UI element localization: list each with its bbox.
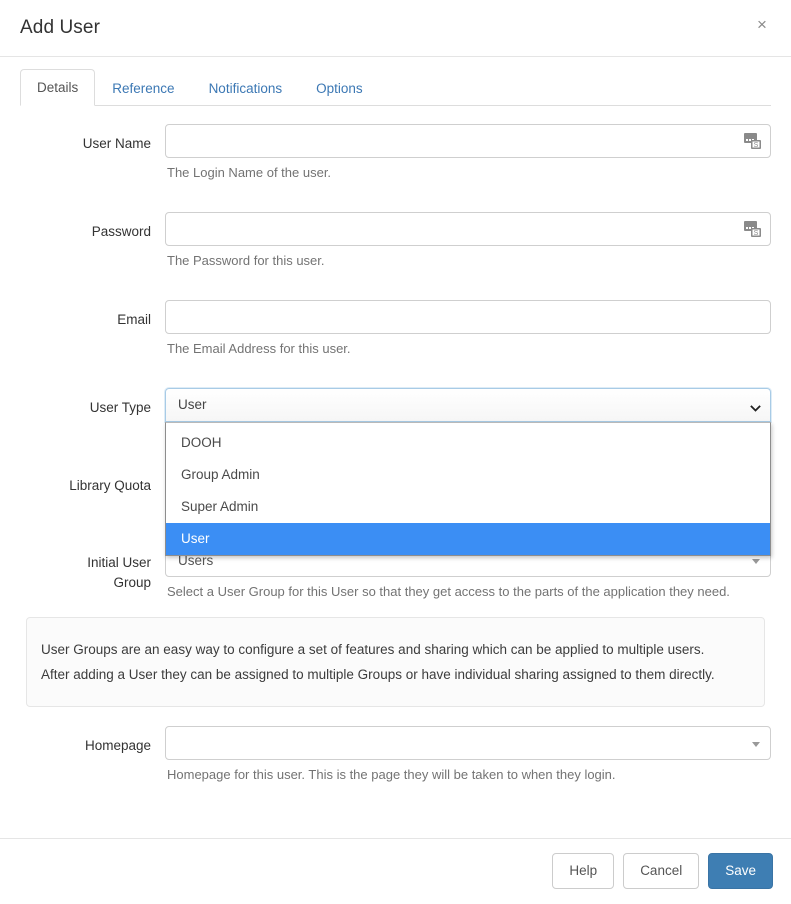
password-input[interactable] xyxy=(165,212,771,246)
tab-details[interactable]: Details xyxy=(20,69,95,106)
tab-reference[interactable]: Reference xyxy=(95,70,191,106)
option-group-admin[interactable]: Group Admin xyxy=(166,459,770,491)
option-super-admin[interactable]: Super Admin xyxy=(166,491,770,523)
password-label: Password xyxy=(20,212,165,242)
caret-down-icon xyxy=(752,559,760,564)
initial-user-group-label-line1: Initial User xyxy=(87,555,151,570)
user-type-label: User Type xyxy=(20,388,165,418)
svg-text:S: S xyxy=(754,230,759,237)
field-row-homepage: Homepage Homepage for this user. This is… xyxy=(20,726,771,784)
field-row-password: Password S The Password for this user. xyxy=(20,212,771,270)
email-label: Email xyxy=(20,300,165,330)
dialog-header: Add User × xyxy=(0,0,791,57)
email-input[interactable] xyxy=(165,300,771,334)
tab-bar: Details Reference Notifications Options xyxy=(0,57,791,106)
library-quota-label: Library Quota xyxy=(20,466,165,496)
tab-notifications[interactable]: Notifications xyxy=(192,70,300,106)
option-user[interactable]: User xyxy=(166,523,770,555)
homepage-label: Homepage xyxy=(20,726,165,756)
close-icon[interactable]: × xyxy=(751,14,773,36)
caret-down-icon xyxy=(752,742,760,747)
info-line-2: After adding a User they can be assigned… xyxy=(41,662,750,687)
password-help: The Password for this user. xyxy=(165,246,771,270)
email-help: The Email Address for this user. xyxy=(165,334,771,358)
dialog-body: User Name S The Login Name of the user. xyxy=(0,106,791,838)
user-name-label: User Name xyxy=(20,124,165,154)
field-row-email: Email The Email Address for this user. xyxy=(20,300,771,358)
tab-options[interactable]: Options xyxy=(299,70,380,106)
option-dooh[interactable]: DOOH xyxy=(166,427,770,459)
user-type-option-list[interactable]: DOOH Group Admin Super Admin User xyxy=(165,422,771,556)
spacer xyxy=(20,270,771,300)
user-name-help: The Login Name of the user. xyxy=(165,158,771,182)
user-name-input[interactable] xyxy=(165,124,771,158)
info-line-1: User Groups are an easy way to configure… xyxy=(41,637,750,662)
initial-user-group-label-line2: Group xyxy=(113,575,151,590)
help-button[interactable]: Help xyxy=(552,853,614,889)
svg-text:S: S xyxy=(754,142,759,149)
add-user-dialog: Add User × Details Reference Notificatio… xyxy=(0,0,791,904)
field-row-user-name: User Name S The Login Name of the user. xyxy=(20,124,771,182)
user-groups-info-box: User Groups are an easy way to configure… xyxy=(26,617,765,707)
spacer xyxy=(20,358,771,388)
dialog-footer: Help Cancel Save xyxy=(0,838,791,904)
page-title: Add User xyxy=(20,17,100,39)
user-type-select[interactable]: User xyxy=(165,388,771,422)
spacer xyxy=(20,182,771,212)
initial-user-group-help: Select a User Group for this User so tha… xyxy=(165,577,771,601)
field-row-user-type: User Type User DOOH Group Admin Super Ad… xyxy=(20,388,771,422)
homepage-select[interactable] xyxy=(165,726,771,760)
initial-user-group-label: Initial User Group xyxy=(20,543,165,593)
password-manager-icon[interactable]: S xyxy=(744,220,763,238)
save-button[interactable]: Save xyxy=(708,853,773,889)
homepage-help: Homepage for this user. This is the page… xyxy=(165,760,771,784)
cancel-button[interactable]: Cancel xyxy=(623,853,699,889)
chevron-down-icon xyxy=(750,400,761,411)
spacer xyxy=(20,707,771,726)
user-type-selected-value: User xyxy=(178,397,207,412)
password-manager-icon[interactable]: S xyxy=(744,132,763,150)
